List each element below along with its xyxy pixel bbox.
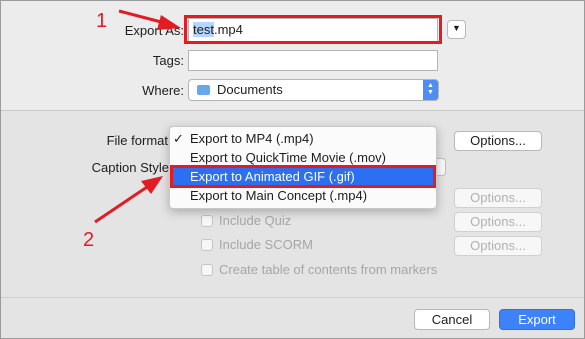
export-dialog: Export As: test.mp4 ▼ Tags: Where: Docum… bbox=[0, 0, 585, 339]
annotation-arrow-1 bbox=[118, 9, 181, 30]
annotation-arrow-2 bbox=[94, 176, 163, 224]
annotation-arrows bbox=[94, 9, 181, 224]
